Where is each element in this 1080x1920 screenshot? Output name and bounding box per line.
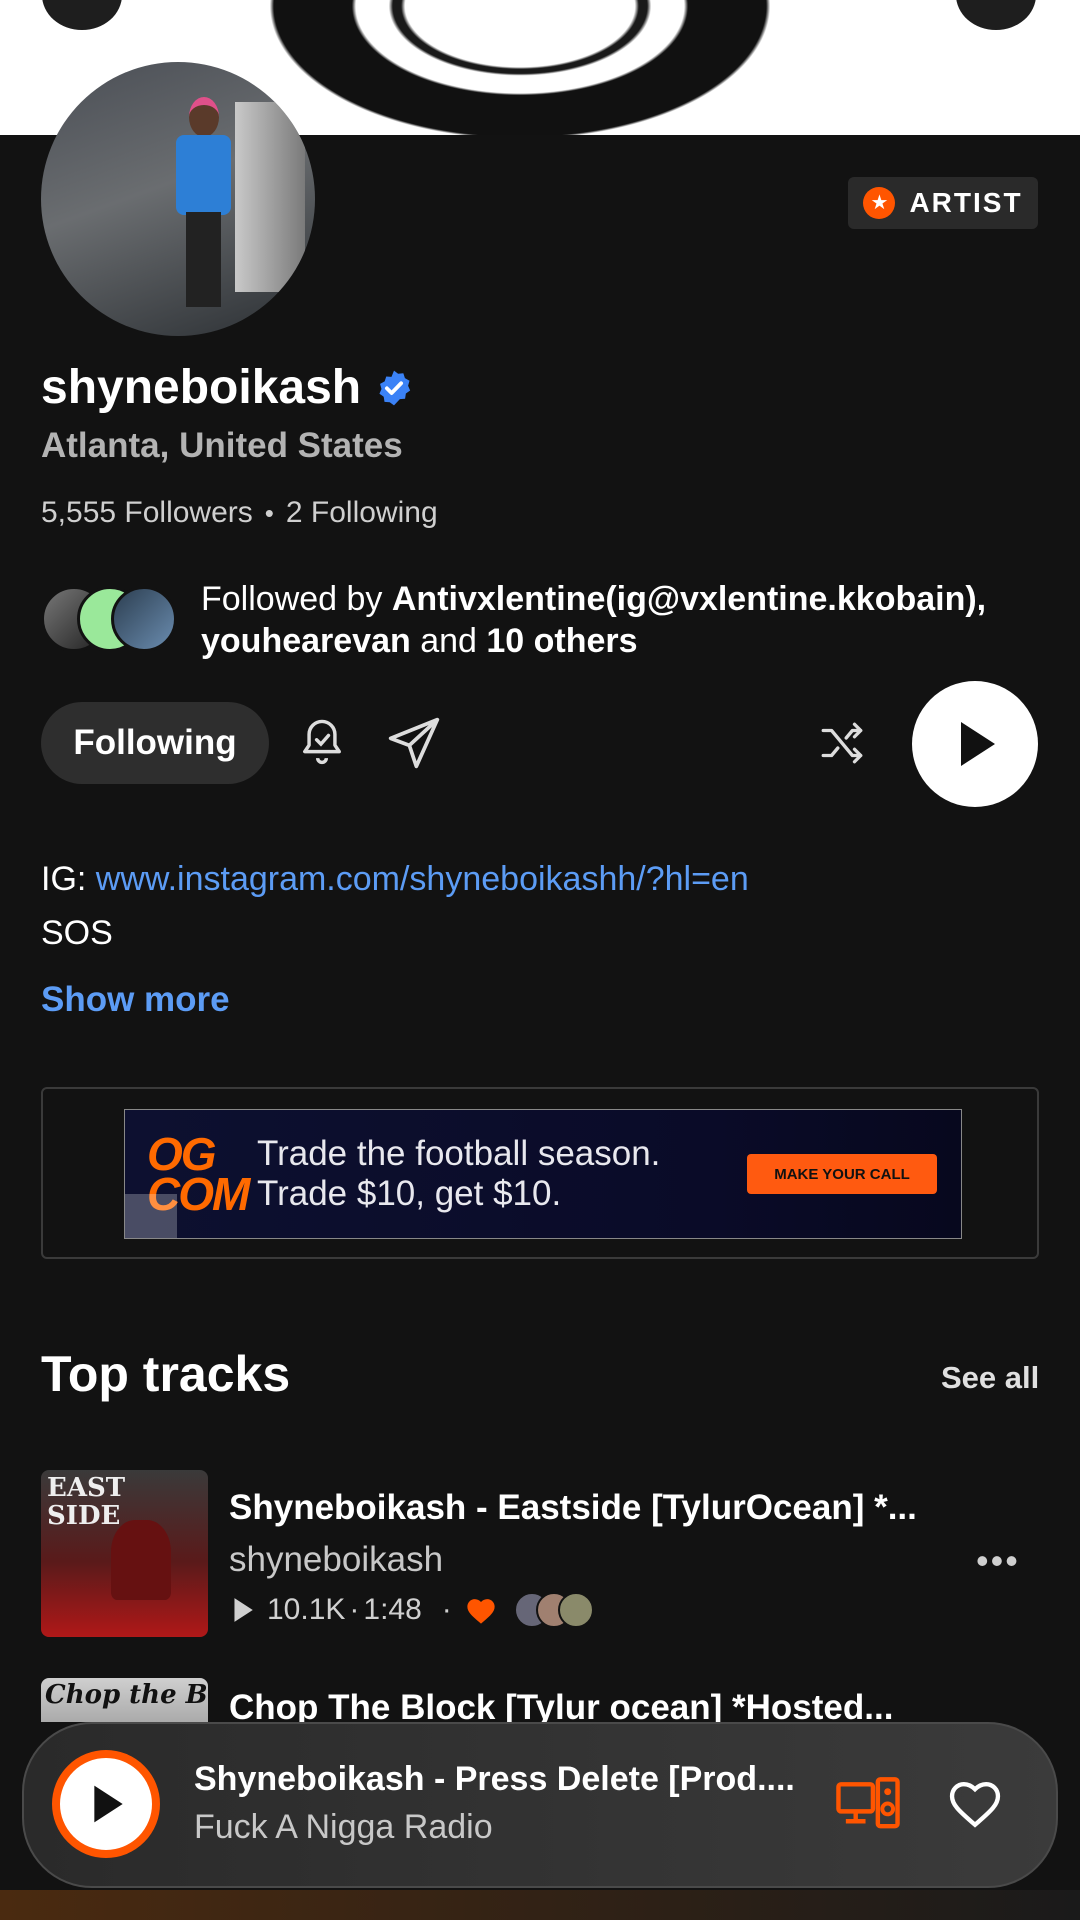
- more-button[interactable]: [956, 0, 1036, 30]
- instagram-link[interactable]: www.instagram.com/shyneboikashh/?hl=en: [96, 860, 749, 898]
- like-heart-icon[interactable]: [946, 1776, 1004, 1830]
- track-more-button[interactable]: •••: [976, 1540, 1020, 1582]
- meta-separator: ·: [441, 1593, 452, 1626]
- track-meta: 10.1K · 1:48 ·: [229, 1592, 594, 1628]
- avatar[interactable]: [41, 62, 315, 336]
- follow-stats: 5,555 Followers • 2 Following: [41, 496, 438, 530]
- notification-bell-button[interactable]: [292, 713, 352, 773]
- show-more-link[interactable]: Show more: [41, 980, 230, 1020]
- following-button[interactable]: Following: [41, 702, 269, 784]
- mini-player[interactable]: Shyneboikash - Press Delete [Prod.... Fu…: [22, 1722, 1058, 1888]
- ad-line-2: Trade $10, get $10.: [257, 1174, 562, 1213]
- track-artist[interactable]: shyneboikash: [229, 1540, 443, 1580]
- followed-by-user[interactable]: Antivxlentine(ig@vxlentine.kkobain),: [392, 580, 986, 618]
- followed-by-others[interactable]: 10 others: [486, 622, 637, 660]
- profile-location: Atlanta, United States: [41, 426, 403, 465]
- play-icon: [961, 722, 995, 766]
- track-artwork: Chop the Block: [41, 1678, 208, 1722]
- heart-icon: [467, 1599, 495, 1624]
- mini-player-title: Shyneboikash - Press Delete [Prod....: [194, 1760, 795, 1798]
- followed-by-and: and: [410, 622, 487, 660]
- profile-name-row: shyneboikash: [41, 360, 413, 415]
- bio-line: SOS: [41, 914, 113, 952]
- play-button[interactable]: [912, 681, 1038, 807]
- mini-player-play-button[interactable]: [52, 1750, 160, 1858]
- star-icon: ★: [863, 187, 896, 219]
- track-title: Chop The Block [Tylur ocean] *Hosted...: [229, 1688, 894, 1722]
- artist-badge: ★ ARTIST: [848, 177, 1038, 229]
- shuffle-button[interactable]: [812, 713, 872, 773]
- meta-separator: ·: [349, 1593, 360, 1626]
- following-count[interactable]: 2 Following: [286, 496, 438, 530]
- play-count: 10.1K: [267, 1593, 346, 1626]
- ad-banner[interactable]: OG COM Trade the football season. Trade …: [124, 1109, 962, 1239]
- send-icon: [388, 717, 440, 769]
- bio-ig-prefix: IG:: [41, 860, 96, 898]
- shuffle-icon: [821, 722, 863, 764]
- see-all-link[interactable]: See all: [941, 1360, 1039, 1396]
- followers-count[interactable]: 5,555 Followers: [41, 496, 253, 530]
- profile-name: shyneboikash: [41, 361, 362, 414]
- ad-line-1: Trade the football season.: [257, 1134, 661, 1173]
- followed-by-user[interactable]: youhearevan: [201, 622, 411, 660]
- avatar: [557, 1592, 594, 1628]
- artist-badge-label: ARTIST: [909, 187, 1023, 218]
- top-tracks-title: Top tracks: [41, 1346, 291, 1402]
- ad-text: Trade the football season. Trade $10, ge…: [257, 1134, 747, 1214]
- ad-choices-icon[interactable]: [125, 1194, 177, 1238]
- play-count-icon: [234, 1598, 253, 1622]
- cast-device-icon[interactable]: [836, 1776, 900, 1832]
- followed-by-section[interactable]: Followed by Antivxlentine(ig@vxlentine.k…: [41, 578, 1041, 662]
- avatar: [111, 586, 177, 652]
- header-image: [230, 0, 810, 135]
- followed-by-text: Followed by Antivxlentine(ig@vxlentine.k…: [201, 578, 1041, 662]
- track-row[interactable]: EAST SIDE Shyneboikash - Eastside [Tylur…: [41, 1470, 1041, 1640]
- profile-bio: IG: www.instagram.com/shyneboikashh/?hl=…: [41, 852, 749, 960]
- track-title: Shyneboikash - Eastside [TylurOcean] *..…: [229, 1488, 917, 1527]
- mini-player-subtitle: Fuck A Nigga Radio: [194, 1808, 493, 1846]
- verified-icon: [379, 370, 411, 405]
- share-button[interactable]: [384, 713, 444, 773]
- track-artwork: EAST SIDE: [41, 1470, 208, 1637]
- ad-container: OG COM Trade the football season. Trade …: [41, 1087, 1039, 1259]
- liker-avatars: [513, 1592, 594, 1628]
- bell-icon: [303, 719, 341, 765]
- play-icon: [94, 1785, 123, 1823]
- back-button[interactable]: [42, 0, 122, 30]
- track-duration: 1:48: [363, 1593, 422, 1626]
- track-artwork-text: Chop the Block: [45, 1680, 208, 1710]
- stats-separator: •: [264, 497, 274, 528]
- track-row[interactable]: Chop the Block Chop The Block [Tylur oce…: [41, 1678, 1041, 1722]
- ad-cta-button[interactable]: MAKE YOUR CALL: [747, 1154, 937, 1194]
- follower-avatars: [41, 586, 177, 652]
- bottom-content-strip: [0, 1890, 1080, 1920]
- followed-by-prefix: Followed by: [201, 580, 392, 618]
